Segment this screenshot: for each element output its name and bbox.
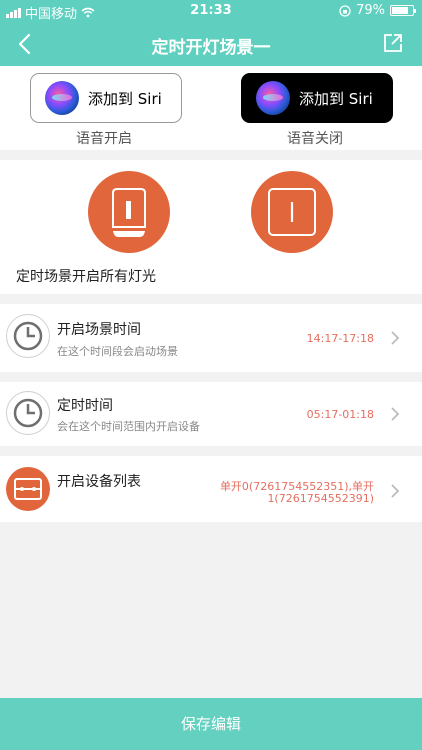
chevron-right-icon (391, 484, 400, 498)
add-to-siri-on-label: 添加到 Siri (88, 89, 162, 108)
clock-icon (6, 391, 50, 435)
add-to-siri-off-label: 添加到 Siri (299, 89, 373, 108)
rotation-lock-icon (339, 4, 351, 17)
add-to-siri-off-button[interactable]: 添加到 Siri (241, 73, 393, 123)
siri-section: 添加到 Siri 语音开启 添加到 Siri 语音关闭 (0, 66, 422, 150)
scene-time-value: 14:17-17:18 (306, 332, 374, 345)
voice-off-caption: 语音关闭 (287, 131, 343, 147)
device-list-title: 开启设备列表 (57, 474, 141, 490)
scene-time-subtitle: 在这个时间段会启动场景 (57, 345, 178, 358)
lights-caption: 定时场景开启所有灯光 (16, 269, 156, 285)
timer-title: 定时时间 (57, 398, 113, 414)
status-bar: 中国移动 21:33 79% (0, 0, 422, 22)
light-on-button[interactable] (88, 171, 170, 253)
share-icon[interactable] (382, 32, 404, 54)
switch-on-icon (112, 188, 146, 237)
nav-bar: 定时开灯场景一 (0, 22, 422, 66)
scene-time-title: 开启场景时间 (57, 322, 141, 338)
switch-off-icon (268, 188, 316, 236)
page-title: 定时开灯场景一 (151, 38, 271, 58)
chevron-right-icon (391, 331, 400, 345)
battery-percent: 79% (356, 3, 385, 18)
siri-icon (256, 81, 290, 115)
add-to-siri-on-button[interactable]: 添加到 Siri (30, 73, 182, 123)
scene-time-row[interactable]: 开启场景时间 在这个时间段会启动场景 14:17-17:18 (0, 304, 422, 372)
lights-section: 定时场景开启所有灯光 (0, 160, 422, 294)
status-right: 79% (339, 3, 416, 18)
chevron-right-icon (391, 407, 400, 421)
timer-value: 05:17-01:18 (306, 408, 374, 421)
battery-fill (392, 7, 408, 14)
light-off-button[interactable] (251, 171, 333, 253)
battery-icon (390, 5, 416, 16)
save-button[interactable]: 保存编辑 (0, 698, 422, 750)
device-list-row[interactable]: 开启设备列表 单开0(7261754552351),单开 1(726175455… (0, 456, 422, 522)
device-list-icon (6, 467, 50, 511)
voice-on-caption: 语音开启 (76, 131, 132, 147)
siri-icon (45, 81, 79, 115)
device-list-value-2: 1(7261754552391) (267, 492, 374, 505)
timer-row[interactable]: 定时时间 会在这个时间范围内开启设备 05:17-01:18 (0, 382, 422, 446)
timer-subtitle: 会在这个时间范围内开启设备 (57, 420, 200, 433)
clock-icon (6, 314, 50, 358)
